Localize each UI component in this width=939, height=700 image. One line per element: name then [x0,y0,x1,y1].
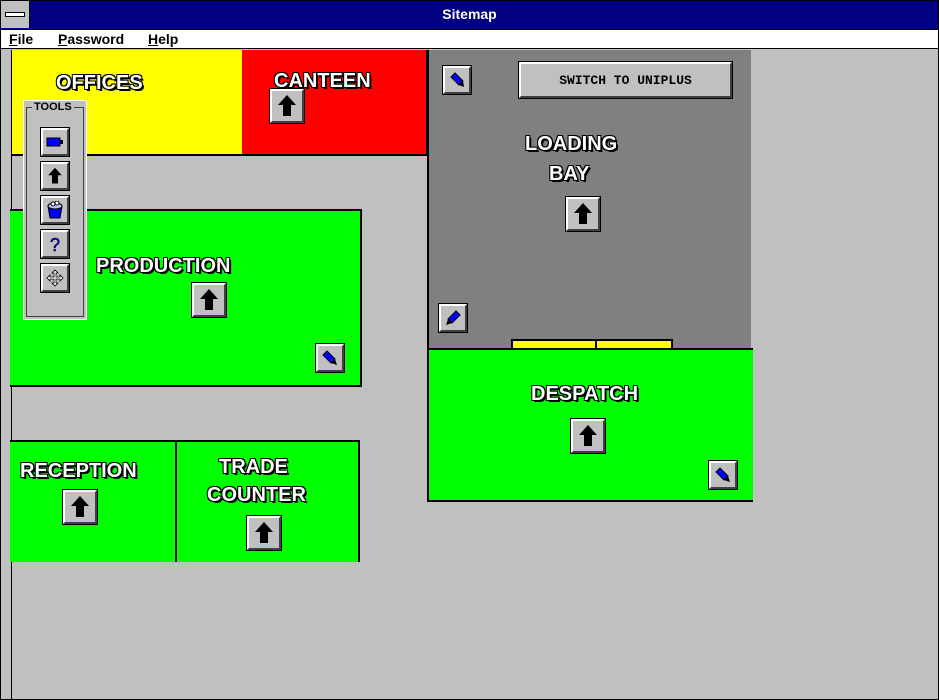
switch-to-uniplus-button[interactable]: SWITCH TO UNIPLUS [518,61,733,99]
tools-title: TOOLS [32,101,74,113]
move-icon [46,269,64,287]
despatch-label: DESPATCH [531,383,639,405]
pen-icon [322,350,337,365]
sitemap-window: Sitemap File Password Help OFFICES CANTE… [0,0,939,700]
trade-counter-enter-button[interactable] [246,515,282,551]
bucket-icon [47,201,63,219]
menu-password[interactable]: Password [58,31,124,47]
up-arrow-icon [48,167,62,184]
pen-icon [446,310,461,325]
room-despatch[interactable]: DESPATCH [427,348,753,502]
loading-bay-enter-button[interactable] [565,196,601,232]
tool-bucket-button[interactable] [40,195,70,225]
menu-help[interactable]: Help [148,31,178,47]
dock-door-2 [595,339,673,348]
svg-text:?: ? [50,235,60,253]
tool-arrow-button[interactable] [40,161,70,191]
despatch-pen-button[interactable] [708,460,738,490]
reception-enter-button[interactable] [62,489,98,525]
room-canteen[interactable]: CANTEEN [242,50,428,156]
tool-battery-button[interactable] [40,127,70,157]
production-pen-button[interactable] [315,343,345,373]
trade-counter-label-line2: COUNTER [207,484,306,506]
title-bar: Sitemap [1,1,938,30]
tools-palette[interactable]: TOOLS ? [23,100,87,320]
pen-icon [715,467,730,482]
up-arrow-icon [278,95,296,116]
loading-bay-pen-button[interactable] [442,65,472,95]
tool-move-button[interactable] [40,263,70,293]
production-label: PRODUCTION [96,255,231,277]
offices-label: OFFICES [56,72,143,94]
dock-door-1 [511,339,597,348]
up-arrow-icon [574,203,592,224]
reception-label: RECEPTION [20,460,137,482]
production-enter-button[interactable] [191,282,227,318]
menu-file[interactable]: File [9,31,33,47]
up-arrow-icon [255,522,273,543]
tool-help-button[interactable]: ? [40,229,70,259]
up-arrow-icon [579,425,597,446]
up-arrow-icon [200,289,218,310]
sitemap-canvas: OFFICES CANTEEN LOADING BAY SWITCH TO UN… [10,50,938,699]
loading-bay-pen-button-2[interactable] [438,303,468,333]
battery-icon [46,137,63,147]
room-reception[interactable]: RECEPTION [10,440,178,562]
canteen-enter-button[interactable] [269,88,305,124]
despatch-enter-button[interactable] [570,418,606,454]
loading-bay-label-line1: LOADING [525,133,618,155]
room-trade-counter[interactable]: TRADE COUNTER [175,440,360,562]
loading-bay-label-line2: BAY [549,163,590,185]
window-title: Sitemap [442,6,497,22]
question-mark-icon: ? [50,235,61,253]
menu-bar: File Password Help [1,30,938,49]
up-arrow-icon [71,496,89,517]
pen-icon [450,72,464,87]
trade-counter-label-line1: TRADE [219,456,288,478]
